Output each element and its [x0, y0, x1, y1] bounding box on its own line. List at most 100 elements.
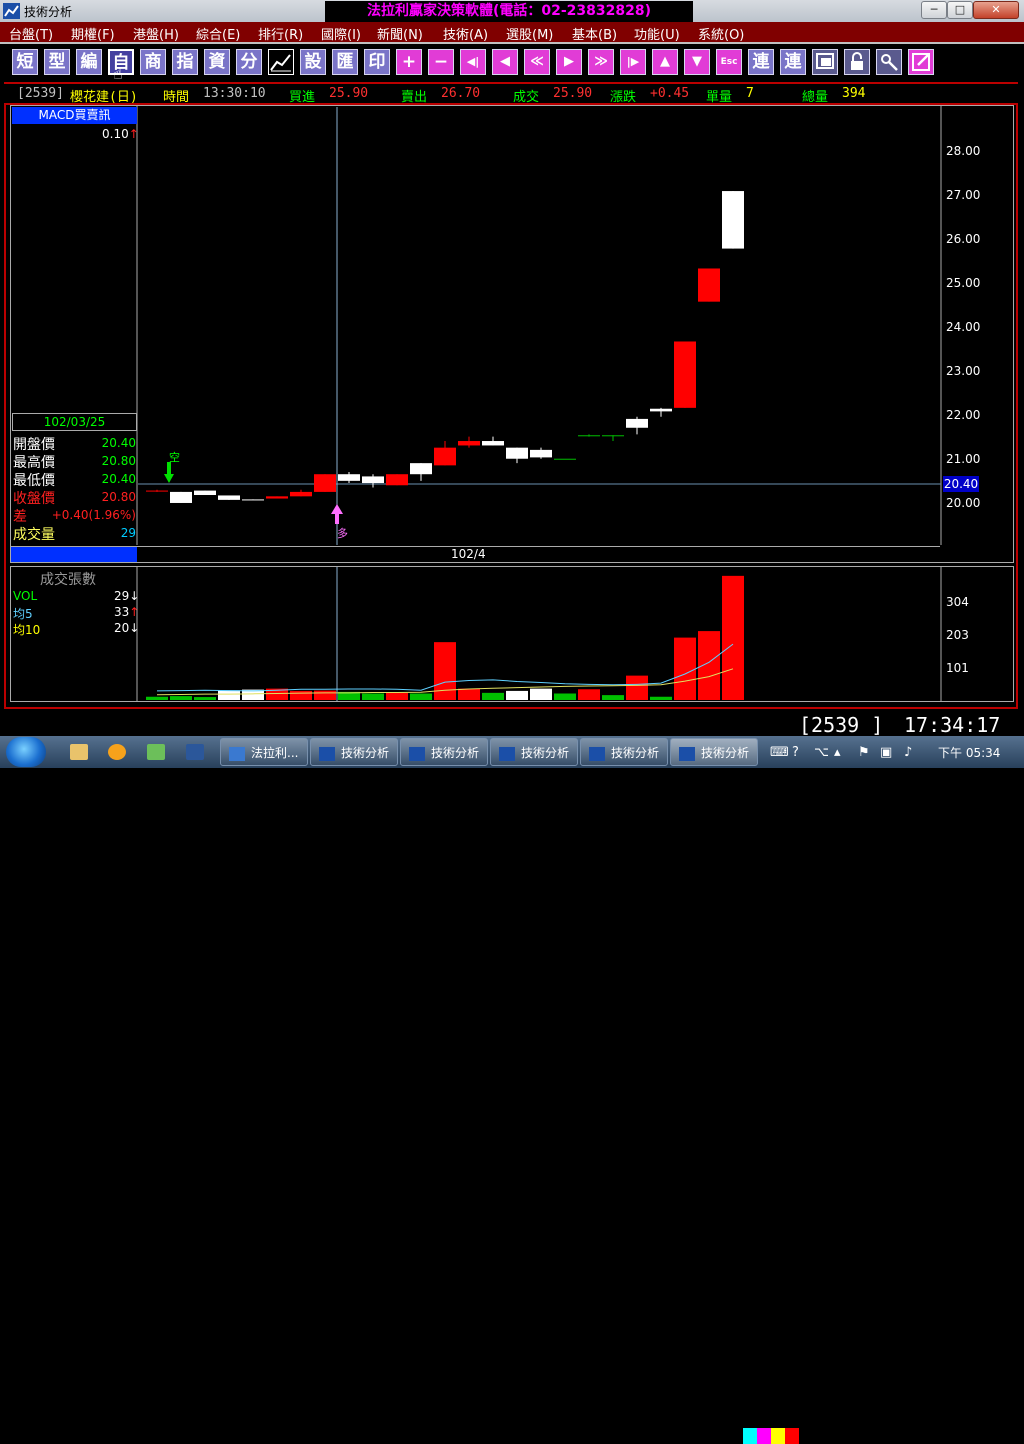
low-value: 20.40 — [101, 472, 136, 486]
volume-value: 29 — [120, 526, 136, 540]
candle-body — [314, 474, 336, 492]
candle-body — [626, 418, 648, 428]
system-clock: 下午 05:34 — [938, 746, 1001, 760]
price-tick-label: 27.00 — [946, 188, 981, 202]
taskbar-item[interactable]: 法拉利... — [220, 738, 308, 766]
color-swatches — [743, 1428, 799, 1444]
taskbar: 法拉利... 技術分析 技術分析 技術分析 技術分析 技術分析 — [0, 736, 1024, 768]
candle-body — [578, 435, 600, 437]
price-tick-label: 25.00 — [946, 276, 981, 290]
close-value: 20.80 — [101, 490, 136, 504]
volume-bar — [722, 575, 744, 700]
long-signal-label: 多 — [337, 527, 348, 540]
candle-body — [458, 441, 480, 446]
chart-canvas — [136, 106, 942, 701]
close-label: 收盤價 — [13, 491, 55, 507]
high-label: 最高價 — [13, 455, 55, 471]
volume-bar — [458, 688, 480, 700]
volume-bar — [674, 637, 696, 700]
taskbar-item[interactable]: 技術分析 — [310, 738, 398, 766]
macd-indicator-title[interactable]: MACD買賣訊 — [12, 107, 137, 124]
volume-panel-title: 成交張數 — [40, 572, 96, 588]
candle-body — [386, 474, 408, 486]
ime-icon[interactable]: ⌥ — [814, 745, 829, 760]
taskbar-item-active[interactable]: 技術分析 — [670, 738, 758, 766]
start-button[interactable] — [6, 737, 46, 767]
volume-bar — [146, 696, 168, 700]
current-price-tag: 20.40 — [943, 476, 979, 492]
candle-body — [242, 499, 264, 501]
macd-value: 0.10↑ — [102, 127, 139, 141]
media-player-icon[interactable] — [108, 744, 126, 760]
volume-bar — [290, 690, 312, 700]
volume-icon[interactable]: ♪ — [904, 745, 912, 760]
volume-bar — [554, 693, 576, 700]
volume-bar — [506, 690, 528, 700]
ma10-value: 20↓ — [114, 621, 140, 635]
volume-bar — [626, 675, 648, 700]
ma5-label: 均5 — [13, 607, 33, 621]
taskbar-item[interactable]: 技術分析 — [490, 738, 578, 766]
date-tick-label: 102/4 — [451, 547, 486, 561]
volume-label: 成交量 — [13, 527, 55, 543]
ma5-value: 33↑ — [114, 605, 140, 619]
candle-body — [482, 441, 504, 446]
diff-label: 差 — [13, 509, 27, 525]
price-tick-label: 28.00 — [946, 144, 981, 158]
candle-body — [506, 447, 528, 459]
ohlc-date: 102/03/25 — [12, 413, 137, 431]
volume-bar — [362, 693, 384, 700]
help-icon[interactable]: ? — [792, 745, 799, 760]
price-tick-label: 24.00 — [946, 320, 981, 334]
volume-bar — [482, 692, 504, 700]
short-signal-label: 空 — [169, 451, 180, 464]
open-label: 開盤價 — [13, 437, 55, 453]
diff-value: +0.40(1.96%) — [51, 508, 136, 522]
price-tick-label: 23.00 — [946, 364, 981, 378]
volume-bar — [602, 695, 624, 700]
volume-bar — [578, 689, 600, 700]
low-label: 最低價 — [13, 473, 55, 489]
candle-body — [218, 495, 240, 500]
candle-body — [338, 474, 360, 481]
image-viewer-icon[interactable] — [147, 744, 165, 760]
price-tick-label: 26.00 — [946, 232, 981, 246]
candle-body — [170, 491, 192, 503]
network-icon[interactable]: ▣ — [880, 745, 892, 760]
candle-body — [602, 435, 624, 437]
long-signal-arrow — [331, 504, 343, 514]
folder-icon[interactable] — [70, 744, 88, 760]
volume-bar — [314, 690, 336, 700]
high-value: 20.80 — [101, 454, 136, 468]
show-hidden-icon[interactable]: ▴ — [834, 745, 841, 760]
volume-tick-label: 304 — [946, 595, 969, 609]
candle-body — [362, 476, 384, 484]
candle-body — [722, 191, 744, 249]
date-axis-marker — [11, 547, 137, 562]
candle-body — [650, 408, 672, 412]
keyboard-icon[interactable]: ⌨ — [770, 745, 789, 760]
taskbar-item[interactable]: 技術分析 — [580, 738, 668, 766]
price-tick-label: 22.00 — [946, 408, 981, 422]
volume-tick-label: 101 — [946, 661, 969, 675]
volume-bar — [650, 696, 672, 700]
volume-bar — [218, 690, 240, 700]
vol-value: 29↓ — [114, 589, 140, 603]
candle-body — [434, 447, 456, 466]
candle-body — [698, 268, 720, 302]
volume-bar — [530, 688, 552, 700]
ohlc-panel: 102/03/25 開盤價 20.40 最高價 20.80 最低價 20.40 … — [12, 413, 137, 545]
date-axis: 102/4 — [11, 546, 940, 562]
flag-icon[interactable]: ⚑ — [858, 745, 870, 760]
candle-body — [674, 341, 696, 408]
price-tick-label: 20.00 — [946, 496, 981, 510]
status-code-input[interactable]: [2539_] — [799, 713, 883, 737]
word-icon[interactable] — [186, 744, 204, 760]
open-value: 20.40 — [101, 436, 136, 450]
price-tick-label: 21.00 — [946, 452, 981, 466]
candle-body — [530, 449, 552, 458]
vol-label: VOL — [13, 589, 38, 603]
candle-body — [290, 491, 312, 497]
candle-body — [554, 458, 576, 460]
taskbar-item[interactable]: 技術分析 — [400, 738, 488, 766]
